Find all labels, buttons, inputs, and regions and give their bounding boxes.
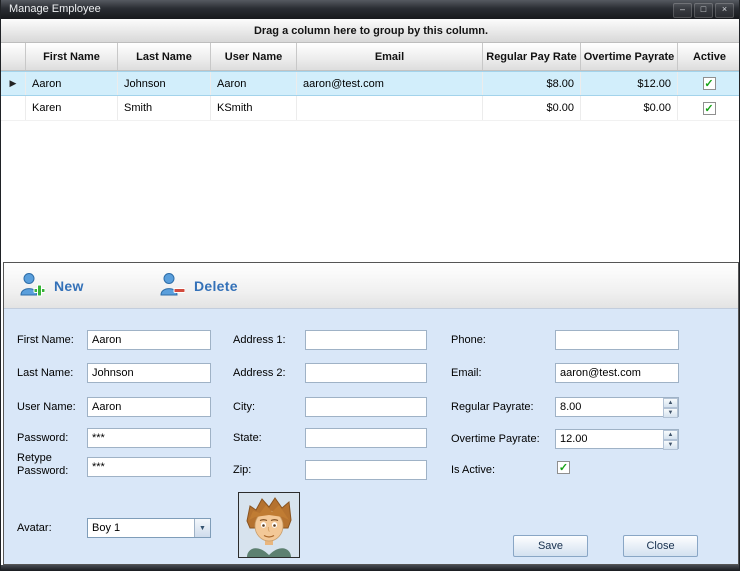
password-label: Password: [17,432,68,444]
row-selected-arrow-icon: ▶ [10,78,17,89]
cell-last-name: Johnson [118,72,211,95]
first-name-label: First Name: [17,334,74,346]
check-icon: ✓ [704,102,713,115]
row-active-checkbox[interactable]: ✓ [703,102,716,115]
delete-button[interactable]: Delete [159,270,238,302]
user-name-input[interactable] [87,397,211,417]
new-button-label: New [54,278,84,294]
titlebar: Manage Employee – □ × [1,0,739,19]
spin-up-icon[interactable]: ▲ [663,430,678,440]
column-header-last-name[interactable]: Last Name [118,43,211,70]
row-indicator-cell [1,96,26,120]
cell-overtime-payrate: $0.00 [581,96,678,120]
cell-active: ✓ [678,72,740,95]
cell-user-name: KSmith [211,96,297,120]
cell-user-name: Aaron [211,72,297,95]
regular-payrate-spin-buttons: ▲ ▼ [663,398,678,416]
email-input[interactable] [555,363,679,383]
column-header-active[interactable]: Active [678,43,740,70]
cell-email: aaron@test.com [297,72,483,95]
overtime-payrate-stepper: ▲ ▼ [555,429,679,449]
column-header-overtime-payrate[interactable]: Overtime Payrate [581,43,678,70]
check-icon: ✓ [704,77,713,90]
zip-label: Zip: [233,464,251,476]
window-bottom-border [1,565,739,571]
toolbar [4,263,738,309]
manage-employee-window: Manage Employee – □ × Drag a column here… [0,0,740,571]
avatar-image [238,492,300,558]
cell-overtime-payrate: $12.00 [581,72,678,95]
cell-first-name: Aaron [26,72,118,95]
avatar-select[interactable]: Boy 1 ▼ [87,518,211,538]
address2-input[interactable] [305,363,427,383]
column-header-email[interactable]: Email [297,43,483,70]
is-active-checkbox[interactable]: ✓ [557,461,570,474]
zip-input[interactable] [305,460,427,480]
table-row-aaron[interactable]: ▶ Aaron Johnson Aaron aaron@test.com $8.… [1,71,740,96]
cell-active: ✓ [678,96,740,120]
overtime-payrate-input[interactable] [555,429,679,449]
table-row-karen[interactable]: Karen Smith KSmith $0.00 $0.00 ✓ [1,96,740,121]
address2-label: Address 2: [233,367,286,379]
cell-regular-pay-rate: $8.00 [483,72,581,95]
email-label: Email: [451,367,482,379]
column-header-regular-pay-rate[interactable]: Regular Pay Rate [483,43,581,70]
avatar-label: Avatar: [17,522,52,534]
new-user-icon [19,271,45,302]
last-name-input[interactable] [87,363,211,383]
cell-last-name: Smith [118,96,211,120]
delete-user-icon [159,271,185,302]
regular-payrate-label: Regular Payrate: [451,401,534,413]
phone-input[interactable] [555,330,679,350]
first-name-input[interactable] [87,330,211,350]
phone-label: Phone: [451,334,486,346]
column-header-user-name[interactable]: User Name [211,43,297,70]
overtime-payrate-label: Overtime Payrate: [451,433,540,445]
column-header-first-name[interactable]: First Name [26,43,118,70]
address1-input[interactable] [305,330,427,350]
group-by-area[interactable]: Drag a column here to group by this colu… [1,19,740,43]
grid-column-headers: First Name Last Name User Name Email Reg… [1,43,740,71]
retype-password-input[interactable] [87,457,211,477]
retype-password-label: Retype Password: [17,452,72,478]
minimize-button[interactable]: – [673,3,692,18]
row-indicator-cell: ▶ [1,72,26,95]
close-button[interactable]: Close [623,535,698,557]
cell-email [297,96,483,120]
row-indicator-header [1,43,26,70]
regular-payrate-stepper: ▲ ▼ [555,397,679,417]
row-active-checkbox[interactable]: ✓ [703,77,716,90]
overtime-payrate-spin-buttons: ▲ ▼ [663,430,678,448]
check-icon: ✓ [559,461,568,474]
avatar-selected-value: Boy 1 [88,522,194,534]
password-input[interactable] [87,428,211,448]
cell-regular-pay-rate: $0.00 [483,96,581,120]
spin-down-icon[interactable]: ▼ [663,440,678,450]
city-input[interactable] [305,397,427,417]
save-button[interactable]: Save [513,535,588,557]
window-title: Manage Employee [9,0,101,19]
address1-label: Address 1: [233,334,286,346]
spin-down-icon[interactable]: ▼ [663,408,678,418]
maximize-button[interactable]: □ [694,3,713,18]
city-label: City: [233,401,255,413]
user-name-label: User Name: [17,401,76,413]
new-button[interactable]: New [19,270,84,302]
chevron-down-icon[interactable]: ▼ [194,519,210,537]
cell-first-name: Karen [26,96,118,120]
delete-button-label: Delete [194,278,238,294]
is-active-label: Is Active: [451,464,495,476]
state-label: State: [233,432,262,444]
spin-up-icon[interactable]: ▲ [663,398,678,408]
state-input[interactable] [305,428,427,448]
regular-payrate-input[interactable] [555,397,679,417]
last-name-label: Last Name: [17,367,73,379]
window-controls: – □ × [673,3,734,18]
window-close-button[interactable]: × [715,3,734,18]
